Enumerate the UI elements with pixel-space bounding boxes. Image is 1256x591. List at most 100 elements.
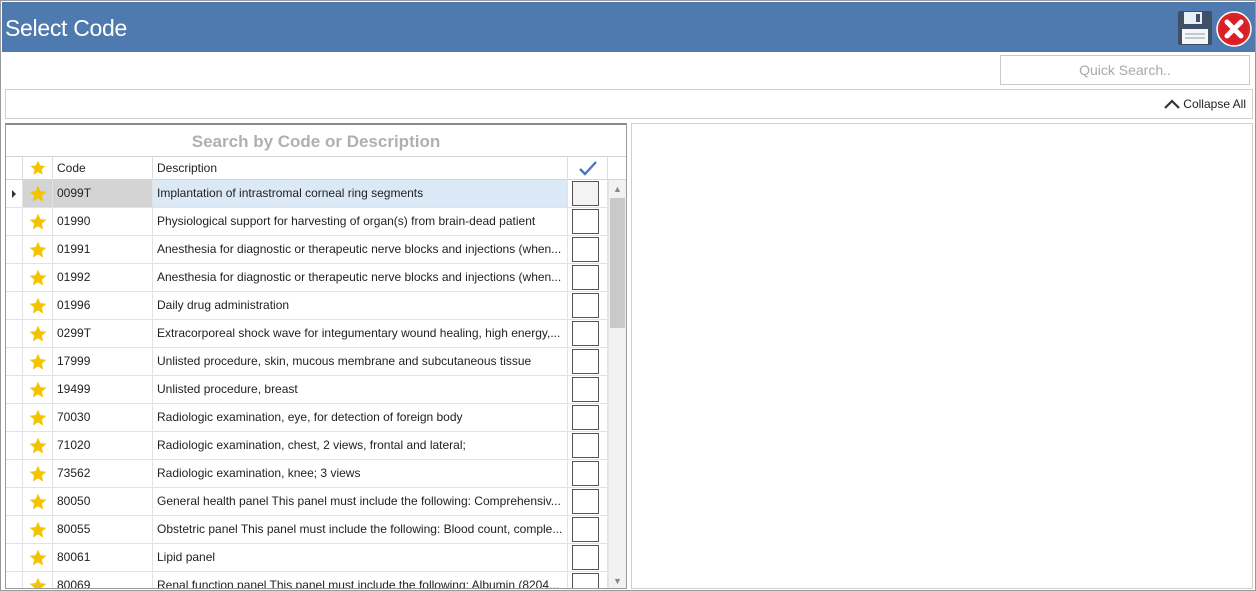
description-cell: Renal function panel This panel must inc… xyxy=(153,572,568,588)
table-row[interactable]: 73562 Radiologic examination, knee; 3 vie… xyxy=(6,460,608,488)
close-button[interactable] xyxy=(1216,11,1252,47)
table-row[interactable]: 70030 Radiologic examination, eye, for de… xyxy=(6,404,608,432)
title-bar: Select Code xyxy=(2,2,1255,52)
row-indicator xyxy=(6,292,23,319)
favorite-star-cell[interactable] xyxy=(23,376,53,403)
description-cell: Extracorporeal shock wave for integument… xyxy=(153,320,568,347)
row-indicator xyxy=(6,432,23,459)
table-row[interactable]: 80050 General health panel This panel mus… xyxy=(6,488,608,516)
star-icon xyxy=(29,465,46,482)
select-checkbox[interactable] xyxy=(572,181,599,206)
details-panel xyxy=(631,123,1253,589)
code-cell: 0099T xyxy=(53,180,153,207)
table-row[interactable]: 0299T Extracorporeal shock wave for integ… xyxy=(6,320,608,348)
description-cell: Radiologic examination, chest, 2 views, … xyxy=(153,432,568,459)
description-cell: Obstetric panel This panel must include … xyxy=(153,516,568,543)
select-cell xyxy=(568,264,608,291)
favorite-star-cell[interactable] xyxy=(23,460,53,487)
select-checkbox[interactable] xyxy=(572,433,599,458)
table-row[interactable]: 80069 Renal function panel This panel mus… xyxy=(6,572,608,588)
row-indicator xyxy=(6,460,23,487)
collapse-all-label: Collapse All xyxy=(1183,97,1246,111)
favorite-star-cell[interactable] xyxy=(23,180,53,207)
code-cell: 01996 xyxy=(53,292,153,319)
description-cell: Unlisted procedure, breast xyxy=(153,376,568,403)
select-checkbox[interactable] xyxy=(572,405,599,430)
favorite-star-cell[interactable] xyxy=(23,208,53,235)
favorite-star-cell[interactable] xyxy=(23,488,53,515)
select-checkbox[interactable] xyxy=(572,237,599,262)
code-cell: 70030 xyxy=(53,404,153,431)
description-cell: Daily drug administration xyxy=(153,292,568,319)
scroll-down-arrow-icon[interactable]: ▼ xyxy=(609,573,626,588)
table-row[interactable]: 80055 Obstetric panel This panel must inc… xyxy=(6,516,608,544)
table-row[interactable]: 19499 Unlisted procedure, breast xyxy=(6,376,608,404)
description-cell: Radiologic examination, eye, for detecti… xyxy=(153,404,568,431)
select-checkbox[interactable] xyxy=(572,293,599,318)
select-checkbox[interactable] xyxy=(572,377,599,402)
row-indicator xyxy=(6,516,23,543)
star-icon xyxy=(29,297,46,314)
select-checkbox[interactable] xyxy=(572,461,599,486)
favorite-star-cell[interactable] xyxy=(23,516,53,543)
table-row[interactable]: 17999 Unlisted procedure, skin, mucous me… xyxy=(6,348,608,376)
star-icon xyxy=(29,521,46,538)
select-cell xyxy=(568,208,608,235)
select-checkbox[interactable] xyxy=(572,321,599,346)
code-cell: 80069 xyxy=(53,572,153,588)
select-cell xyxy=(568,180,608,207)
chevron-up-icon xyxy=(1164,99,1181,109)
scroll-thumb[interactable] xyxy=(610,198,625,328)
star-icon xyxy=(29,493,46,510)
favorite-star-cell[interactable] xyxy=(23,264,53,291)
select-checkbox[interactable] xyxy=(572,209,599,234)
select-checkbox[interactable] xyxy=(572,517,599,542)
select-checkbox[interactable] xyxy=(572,573,599,588)
vertical-scrollbar[interactable]: ▲ ▼ xyxy=(608,180,626,588)
table-row[interactable]: 01996 Daily drug administration xyxy=(6,292,608,320)
select-checkbox[interactable] xyxy=(572,545,599,570)
header-favorite-cell[interactable] xyxy=(23,157,53,180)
code-cell: 19499 xyxy=(53,376,153,403)
row-indicator xyxy=(6,348,23,375)
header-select-cell[interactable] xyxy=(568,157,608,180)
header-code[interactable]: Code xyxy=(53,157,153,180)
close-circle-icon xyxy=(1216,11,1252,47)
select-code-window: Select Code Collapse All xyxy=(0,0,1256,591)
table-row[interactable]: 71020 Radiologic examination, chest, 2 vi… xyxy=(6,432,608,460)
collapse-all-button[interactable]: Collapse All xyxy=(1163,97,1246,111)
code-cell: 80061 xyxy=(53,544,153,571)
favorite-star-cell[interactable] xyxy=(23,236,53,263)
table-row[interactable]: 0099T Implantation of intrastromal cornea… xyxy=(6,180,608,208)
star-icon xyxy=(29,409,46,426)
row-indicator xyxy=(6,208,23,235)
star-icon xyxy=(29,577,46,588)
select-checkbox[interactable] xyxy=(572,265,599,290)
table-row[interactable]: 01991 Anesthesia for diagnostic or therap… xyxy=(6,236,608,264)
quick-search-input[interactable] xyxy=(1000,55,1250,85)
star-icon xyxy=(29,437,46,454)
favorite-star-cell[interactable] xyxy=(23,292,53,319)
favorite-star-cell[interactable] xyxy=(23,348,53,375)
row-indicator xyxy=(6,180,23,207)
table-row[interactable]: 01992 Anesthesia for diagnostic or therap… xyxy=(6,264,608,292)
favorite-star-cell[interactable] xyxy=(23,572,53,588)
favorite-star-cell[interactable] xyxy=(23,432,53,459)
table-row[interactable]: 01990 Physiological support for harvestin… xyxy=(6,208,608,236)
select-cell xyxy=(568,460,608,487)
table-row[interactable]: 80061 Lipid panel xyxy=(6,544,608,572)
favorite-star-cell[interactable] xyxy=(23,404,53,431)
favorite-star-cell[interactable] xyxy=(23,320,53,347)
favorite-star-cell[interactable] xyxy=(23,544,53,571)
grid-header: Code Description xyxy=(6,156,626,180)
star-icon xyxy=(29,185,46,202)
select-checkbox[interactable] xyxy=(572,489,599,514)
save-button[interactable] xyxy=(1177,10,1213,46)
scroll-up-arrow-icon[interactable]: ▲ xyxy=(609,181,626,197)
toolbar-strip: Collapse All xyxy=(5,89,1253,119)
row-indicator xyxy=(6,264,23,291)
header-description[interactable]: Description xyxy=(153,157,568,180)
code-grid-panel: Search by Code or Description Code Descr… xyxy=(5,123,627,589)
description-cell: Implantation of intrastromal corneal rin… xyxy=(153,180,568,207)
select-checkbox[interactable] xyxy=(572,349,599,374)
